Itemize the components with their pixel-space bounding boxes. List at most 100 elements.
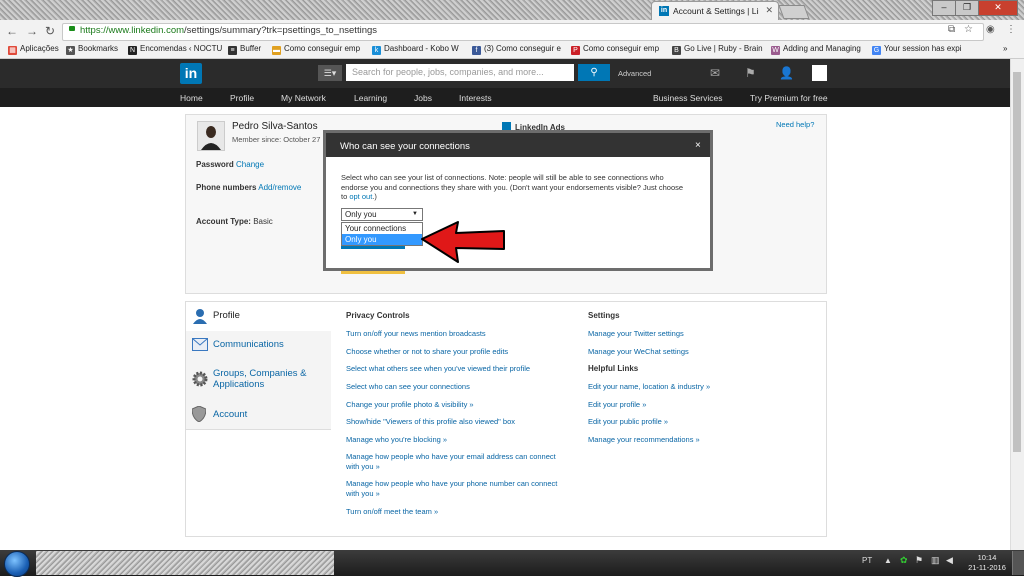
- bookmark-item[interactable]: f (3) Como conseguir e: [472, 44, 561, 55]
- minimize-button[interactable]: –: [932, 0, 956, 16]
- select-value: Only you: [345, 210, 377, 219]
- privacy-link[interactable]: Select what others see when you've viewe…: [346, 364, 530, 373]
- header-avatar[interactable]: [812, 65, 827, 81]
- settings-link[interactable]: Manage your WeChat settings: [588, 347, 689, 356]
- bookmark-item[interactable]: ▦ Aplicações: [8, 44, 59, 55]
- account-type-label: Account Type:: [196, 217, 251, 226]
- profile-photo: [197, 121, 225, 151]
- advanced-search-link[interactable]: Advanced: [618, 69, 651, 78]
- privacy-link[interactable]: Manage how people who have your email ad…: [346, 452, 571, 472]
- action-center-flag-icon[interactable]: ⚑: [915, 555, 923, 566]
- opt-out-link[interactable]: opt out: [349, 192, 372, 201]
- kobo-icon: k: [372, 46, 381, 55]
- sidebar-item-communications[interactable]: Communications: [186, 331, 331, 360]
- language-indicator[interactable]: PT: [862, 556, 872, 565]
- helpful-link[interactable]: Edit your profile »: [588, 400, 646, 409]
- browser-tab[interactable]: in Account & Settings | LinkedIn ✕: [651, 1, 779, 21]
- forward-icon[interactable]: →: [26, 24, 38, 38]
- translate-icon[interactable]: ⧉: [948, 24, 955, 35]
- need-help-link[interactable]: Need help?: [776, 120, 814, 129]
- nav-profile[interactable]: Profile: [230, 93, 254, 103]
- start-button[interactable]: [4, 551, 30, 577]
- window-close-button[interactable]: ✕: [978, 0, 1018, 16]
- privacy-link[interactable]: Show/hide "Viewers of this profile also …: [346, 417, 515, 426]
- notifications-flag-icon[interactable]: ⚑: [745, 66, 756, 80]
- tray-app-icon[interactable]: ✿: [900, 555, 908, 566]
- privacy-link-connections[interactable]: Select who can see your connections: [346, 382, 470, 391]
- privacy-link[interactable]: Manage how people who have your phone nu…: [346, 479, 571, 499]
- sidebar-item-account[interactable]: Account: [186, 400, 331, 430]
- back-icon[interactable]: ←: [6, 24, 18, 38]
- phone-row: Phone numbers Add/remove: [196, 183, 301, 192]
- new-tab-button[interactable]: [778, 5, 810, 19]
- bookmark-item[interactable]: ★ Bookmarks: [66, 44, 118, 55]
- dialog-description: Select who can see your list of connecti…: [341, 173, 691, 202]
- connections-visibility-select[interactable]: Only you ▼: [341, 208, 423, 221]
- tab-close-icon[interactable]: ✕: [765, 5, 773, 16]
- settings-link[interactable]: Manage your Twitter settings: [588, 329, 684, 338]
- settings-heading: Settings: [588, 311, 620, 320]
- bookmark-item[interactable]: k Dashboard - Kobo W: [372, 44, 459, 55]
- scrollbar-thumb[interactable]: [1013, 72, 1021, 452]
- privacy-link[interactable]: Choose whether or not to share your prof…: [346, 347, 508, 356]
- nav-try-premium[interactable]: Try Premium for free: [750, 93, 828, 103]
- network-icon[interactable]: ▥: [931, 555, 940, 566]
- more-bookmarks-button[interactable]: »: [1003, 44, 1007, 53]
- helpful-link[interactable]: Edit your name, location & industry »: [588, 382, 710, 391]
- sidebar-label-account: Account: [213, 409, 248, 420]
- show-desktop-button[interactable]: [1012, 551, 1024, 575]
- bookmark-item[interactable]: P Como conseguir emp: [571, 44, 659, 55]
- search-button[interactable]: ⚲: [578, 64, 610, 81]
- phone-add-remove-link[interactable]: Add/remove: [258, 183, 301, 192]
- dialog-close-icon[interactable]: ×: [695, 140, 701, 151]
- nav-home[interactable]: Home: [180, 93, 203, 103]
- privacy-link[interactable]: Turn on/off meet the team »: [346, 507, 438, 516]
- b-icon: B: [672, 46, 681, 55]
- bookmark-label: (3) Como conseguir e: [484, 44, 561, 53]
- search-category-dropdown[interactable]: ☰▾: [318, 65, 342, 81]
- facebook-icon: f: [472, 46, 481, 55]
- nav-my-network[interactable]: My Network: [281, 93, 326, 103]
- account-type-row: Account Type: Basic: [196, 217, 273, 226]
- sidebar-item-profile[interactable]: Profile: [186, 302, 331, 332]
- tray-expand-icon[interactable]: ▲: [884, 556, 892, 565]
- option-only-you[interactable]: Only you: [342, 234, 422, 245]
- bookmark-star-icon[interactable]: ☆: [964, 24, 973, 35]
- privacy-link[interactable]: Manage who you're blocking »: [346, 435, 447, 444]
- messages-icon[interactable]: ✉: [710, 66, 720, 80]
- maximize-button[interactable]: ❐: [955, 0, 979, 16]
- url-path: /settings/summary?trk=psettings_to_nsett…: [184, 25, 378, 36]
- nav-business-services[interactable]: Business Services: [653, 93, 722, 103]
- url-text[interactable]: https://www.linkedin.com/settings/summar…: [80, 25, 377, 36]
- dialog-text: Select who can see your list of connecti…: [341, 173, 684, 201]
- bookmark-item[interactable]: B Go Live | Ruby - Brain: [672, 44, 763, 55]
- bookmark-item[interactable]: W Adding and Managing: [771, 44, 861, 55]
- reload-icon[interactable]: ↻: [45, 24, 55, 38]
- nav-interests[interactable]: Interests: [459, 93, 492, 103]
- helpful-link[interactable]: Edit your public profile »: [588, 417, 668, 426]
- nav-learning[interactable]: Learning: [354, 93, 387, 103]
- change-password-link[interactable]: Change: [236, 160, 264, 169]
- sidebar-item-groups[interactable]: Groups, Companies & Applications: [186, 359, 331, 401]
- bookmark-item[interactable]: G Your session has expi: [872, 44, 962, 55]
- add-connections-icon[interactable]: 👤: [779, 66, 794, 80]
- nav-jobs[interactable]: Jobs: [414, 93, 432, 103]
- bookmark-item[interactable]: ▬ Como conseguir emp: [272, 44, 360, 55]
- phone-label: Phone numbers: [196, 183, 257, 192]
- sidebar-label-profile: Profile: [213, 310, 240, 321]
- linkedin-logo[interactable]: in: [180, 63, 202, 84]
- privacy-link[interactable]: Turn on/off your news mention broadcasts: [346, 329, 486, 338]
- privacy-link[interactable]: Change your profile photo & visibility »: [346, 400, 474, 409]
- sidebar-label-communications: Communications: [213, 339, 284, 350]
- bookmark-item[interactable]: ≡ Buffer: [228, 44, 261, 55]
- extension-icon[interactable]: ◉: [986, 24, 995, 35]
- taskbar-apps[interactable]: [36, 551, 334, 575]
- chrome-menu-icon[interactable]: ⋮: [1006, 24, 1016, 35]
- helpful-link[interactable]: Manage your recommendations »: [588, 435, 700, 444]
- password-label: Password: [196, 160, 234, 169]
- bookmark-item[interactable]: N Encomendas ‹ NOCTU: [128, 44, 222, 55]
- clock[interactable]: 10:14 21-11-2016: [966, 553, 1008, 573]
- search-input[interactable]: Search for people, jobs, companies, and …: [346, 64, 574, 81]
- volume-icon[interactable]: ◀: [946, 555, 953, 566]
- option-your-connections[interactable]: Your connections: [342, 223, 422, 234]
